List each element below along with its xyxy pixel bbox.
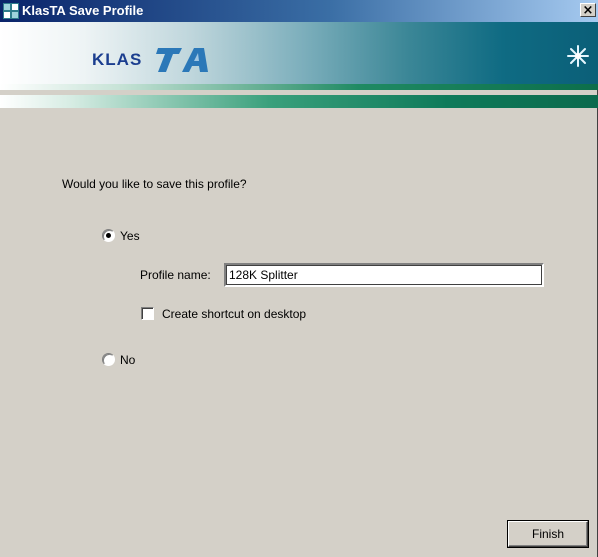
yes-label[interactable]: Yes — [120, 229, 140, 243]
app-icon — [3, 3, 19, 19]
no-radio[interactable] — [102, 353, 115, 366]
create-shortcut-checkbox[interactable] — [141, 307, 154, 320]
close-button[interactable]: × — [580, 3, 596, 17]
yes-radio[interactable] — [102, 229, 115, 242]
finish-button[interactable]: Finish — [508, 521, 588, 547]
save-question: Would you like to save this profile? — [62, 177, 247, 191]
window-title: KlasTA Save Profile — [22, 3, 144, 18]
profile-name-input[interactable] — [224, 263, 544, 287]
banner-stripe-lower — [0, 95, 598, 108]
profile-name-label: Profile name: — [140, 268, 211, 282]
banner-stripe — [0, 84, 598, 90]
logo-text: KLAS — [92, 50, 143, 69]
save-profile-dialog: KlasTA Save Profile × KLAS Would you lik… — [0, 0, 598, 557]
header-banner: KLAS — [0, 22, 598, 84]
snowflake-icon — [567, 45, 589, 67]
title-bar[interactable]: KlasTA Save Profile × — [0, 0, 598, 22]
logo-mark — [156, 48, 208, 72]
create-shortcut-label[interactable]: Create shortcut on desktop — [162, 307, 306, 321]
no-label[interactable]: No — [120, 353, 135, 367]
